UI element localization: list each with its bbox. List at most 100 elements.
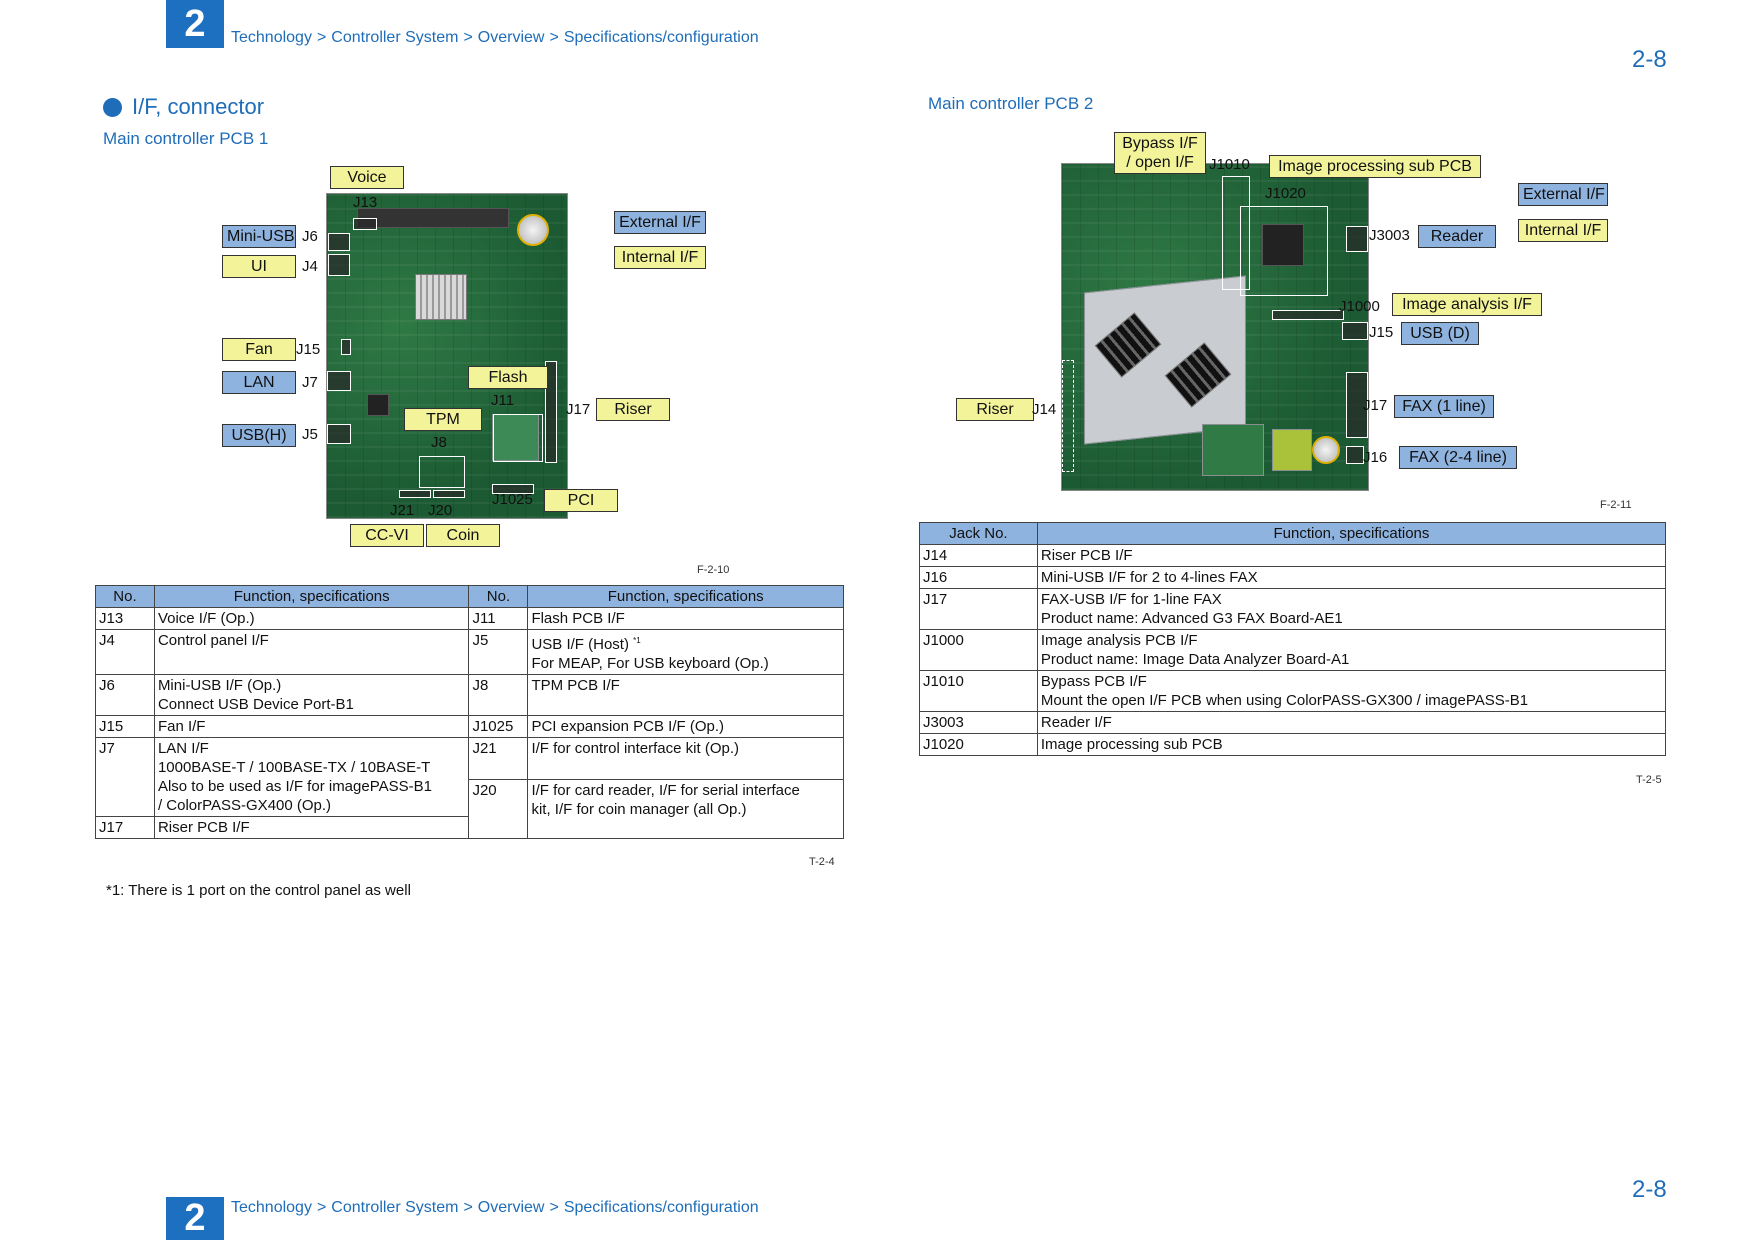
page-number: 2-8 [1632, 1176, 1667, 1203]
cell-function: I/F for control interface kit (Op.) [527, 737, 844, 780]
cell-no: J8 [468, 674, 529, 716]
page-number: 2-8 [1632, 46, 1667, 73]
green-board [1202, 424, 1264, 476]
cell-no: J3003 [919, 711, 1038, 734]
table-header: Jack No. Function, specifications [919, 522, 1667, 545]
breadcrumb-item[interactable]: Controller System [331, 29, 458, 46]
connector-table-pcb2: Jack No. Function, specifications J14 Ri… [919, 522, 1667, 756]
jack-j5: J5 [302, 426, 318, 443]
cell-function: Image analysis PCB I/F Product name: Imag… [1036, 629, 1667, 671]
pcb1-photo [326, 193, 568, 519]
table-row: J1020 Image processing sub PCB [919, 733, 1667, 756]
cell-no: J7 [95, 737, 155, 817]
breadcrumb-item[interactable]: Specifications/configuration [564, 29, 759, 46]
jack-j7: J7 [302, 374, 318, 391]
cell-function: Riser PCB I/F [153, 816, 470, 839]
pcb1-title: Main controller PCB 1 [103, 129, 269, 148]
connector-table-pcb1: No. Function, specifications No. Functio… [95, 585, 844, 839]
section-title: I/F, connector [103, 94, 264, 120]
coin-battery [517, 214, 549, 246]
table-row: J1000 Image analysis PCB I/F Product name… [919, 629, 1667, 671]
label-fax-1-line: FAX (1 line) [1394, 395, 1494, 418]
cell-no: J20 [468, 779, 529, 839]
table-row: J16 Mini-USB I/F for 2 to 4-lines FAX [919, 566, 1667, 589]
breadcrumb-item[interactable]: Controller System [331, 1199, 458, 1216]
label-internal-if: Internal I/F [614, 246, 706, 269]
jack-j3003: J3003 [1369, 227, 1410, 244]
cell-function: USB I/F (Host) *1 For MEAP, For USB keybo… [527, 629, 844, 675]
pcb2-title: Main controller PCB 2 [928, 94, 1094, 113]
label-cc-vi: CC-VI [350, 524, 424, 547]
table-row: J13 Voice I/F (Op.) J11 Flash PCB I/F [95, 607, 844, 630]
column-header: Function, specifications [527, 585, 844, 608]
cell-function: Flash PCB I/F [527, 607, 844, 630]
cell-no: J5 [468, 629, 529, 675]
chapter-badge: 2 [166, 1197, 224, 1240]
label-usbh: USB(H) [222, 424, 296, 447]
table-row: J14 Riser PCB I/F [919, 544, 1667, 567]
cell-no: J4 [95, 629, 155, 675]
label-external-if: External I/F [614, 211, 706, 234]
label-ui: UI [222, 255, 296, 278]
label-image-processing-sub-pcb: Image processing sub PCB [1269, 155, 1481, 178]
connector-j16 [1346, 446, 1364, 464]
breadcrumb-item[interactable]: Overview [478, 1199, 545, 1216]
cell-function: Reader I/F [1036, 711, 1667, 734]
connector-j15 [1342, 322, 1368, 340]
connector-j6 [328, 233, 350, 251]
connector-j13 [353, 218, 377, 230]
connector-j15 [341, 339, 351, 355]
column-header: Function, specifications [153, 585, 470, 608]
jack-j14: J14 [1032, 401, 1057, 418]
cell-no: J13 [95, 607, 155, 630]
connector-j3003 [1346, 226, 1368, 252]
breadcrumb-item[interactable]: Overview [478, 29, 545, 46]
chapter-badge: 2 [166, 0, 224, 48]
cell-function: Mini-USB I/F (Op.) Connect USB Device Por… [153, 674, 470, 716]
column-header: Jack No. [919, 522, 1038, 545]
breadcrumb: Technology > Controller System > Overview > Sp… [231, 1199, 759, 1216]
fax-board [1272, 429, 1312, 471]
table-row: J15 Fan I/F J1025 PCI expansion PCB I/F … [95, 715, 844, 738]
breadcrumb-item[interactable]: Technology [231, 1199, 312, 1216]
label-coin: Coin [426, 524, 500, 547]
bullet-icon [103, 97, 122, 117]
breadcrumb-item[interactable]: Specifications/configuration [564, 1199, 759, 1216]
cell-function: LAN I/F 1000BASE-T / 100BASE-TX / 10BASE-… [153, 737, 470, 817]
label-fan: Fan [222, 338, 296, 361]
cell-no: J15 [95, 715, 155, 738]
jack-j6: J6 [302, 228, 318, 245]
breadcrumb-item[interactable]: Technology [231, 29, 312, 46]
connector-j1020 [1240, 206, 1328, 296]
cell-function: PCI expansion PCB I/F (Op.) [527, 715, 844, 738]
cell-no: J6 [95, 674, 155, 716]
figure-caption: F-2-10 [697, 564, 730, 576]
column-header: No. [95, 585, 155, 608]
connector-j21 [399, 490, 431, 498]
label-riser: Riser [956, 398, 1034, 421]
cell-function: I/F for card reader, I/F for serial inte… [527, 779, 844, 839]
jack-j1000: J1000 [1339, 298, 1380, 315]
label-mini-usb: Mini-USB [222, 225, 296, 248]
connector-j8 [419, 456, 465, 488]
label-internal-if: Internal I/F [1518, 219, 1608, 242]
table-row: J1010 Bypass PCB I/F Mount the open I/F P… [919, 670, 1667, 712]
cell-no: J17 [919, 588, 1038, 630]
coin-battery [1312, 436, 1340, 464]
figure-caption: F-2-11 [1600, 499, 1632, 511]
connector-j5 [327, 424, 351, 444]
footnote: *1: There is 1 port on the control panel… [106, 882, 411, 899]
label-pci: PCI [544, 489, 618, 512]
label-external-if: External I/F [1518, 183, 1608, 206]
jack-j15: J15 [296, 341, 321, 358]
connector-j4 [328, 254, 350, 276]
label-voice: Voice [330, 166, 404, 189]
cell-no: J1010 [919, 670, 1038, 712]
heatsink [415, 274, 467, 320]
label-fax-2-4-line: FAX (2-4 line) [1399, 446, 1517, 469]
connector-j1000 [1272, 310, 1344, 320]
connector-j7 [327, 371, 351, 391]
label-reader: Reader [1418, 225, 1496, 248]
table-caption: T-2-5 [1636, 774, 1662, 786]
label-lan: LAN [222, 371, 296, 394]
